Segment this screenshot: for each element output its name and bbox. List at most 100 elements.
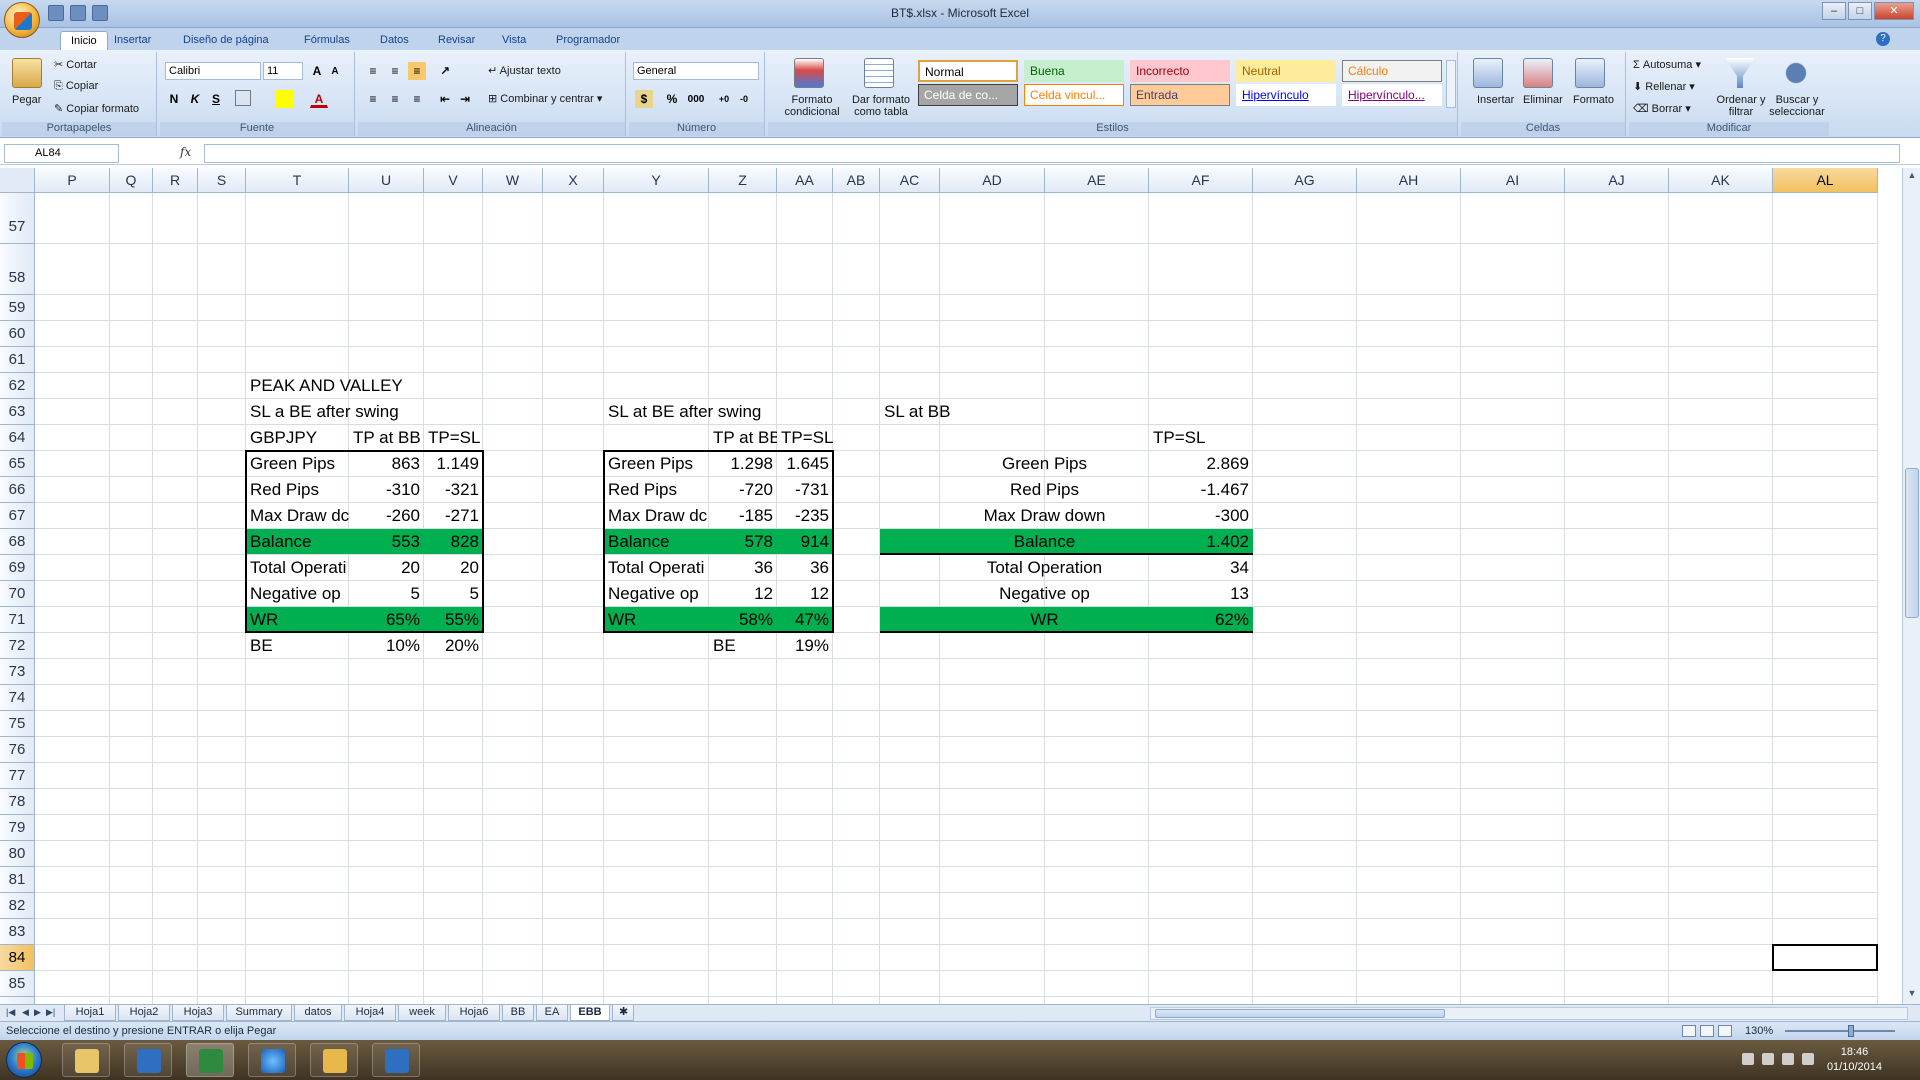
cell-y68[interactable]: Balance xyxy=(604,529,709,555)
cell-y63[interactable]: SL at BE after swing xyxy=(604,399,864,425)
page-break-view-icon[interactable] xyxy=(1718,1025,1732,1037)
cell-y66[interactable]: Red Pips xyxy=(604,477,709,503)
delete-button[interactable]: Eliminar xyxy=(1523,94,1563,106)
cell-z64[interactable]: TP at BB xyxy=(709,425,777,451)
row-header-78[interactable]: 78 xyxy=(0,789,35,815)
cell-ac63[interactable]: SL at BB xyxy=(880,399,1140,425)
currency-icon[interactable]: $ xyxy=(635,90,653,108)
cell-u71[interactable]: 65% xyxy=(349,607,424,633)
first-sheet-icon[interactable]: |◀ xyxy=(6,1007,15,1018)
sort-filter-button[interactable]: Ordenar y filtrar xyxy=(1713,94,1769,118)
next-sheet-icon[interactable]: ▶ xyxy=(34,1007,41,1018)
align-top-icon[interactable]: ≡ xyxy=(364,62,382,80)
cell-y65[interactable]: Green Pips xyxy=(604,451,709,477)
sort-filter-icon[interactable] xyxy=(1725,58,1755,88)
cell-v67[interactable]: -271 xyxy=(424,503,483,529)
ie-taskbar-button[interactable] xyxy=(248,1043,296,1077)
styles-scroll-icon[interactable] xyxy=(1446,60,1456,108)
help-icon[interactable]: ? xyxy=(1876,32,1890,46)
cell-v64[interactable]: TP=SL xyxy=(424,425,483,451)
sheet-tab-hoja6[interactable]: Hoja6 xyxy=(448,1005,500,1021)
row-header-69[interactable]: 69 xyxy=(0,555,35,581)
align-bottom-icon[interactable]: ≡ xyxy=(408,62,426,80)
cell-aa67[interactable]: -235 xyxy=(777,503,833,529)
wrap-text-button[interactable]: ↵ Ajustar texto xyxy=(488,64,561,77)
cell-ad69[interactable]: Total Operation xyxy=(940,555,1149,581)
row-header-79[interactable]: 79 xyxy=(0,815,35,841)
conditional-format-icon[interactable] xyxy=(794,58,824,88)
row-header-84[interactable]: 84 xyxy=(0,945,35,971)
autosum-button[interactable]: Σ Autosuma ▾ xyxy=(1633,58,1701,71)
shrink-font-icon[interactable]: A xyxy=(326,62,344,80)
find-select-icon[interactable] xyxy=(1781,58,1811,88)
sheet-tab-hoja1[interactable]: Hoja1 xyxy=(64,1005,116,1021)
explorer-taskbar-button[interactable] xyxy=(62,1043,110,1077)
row-header-85[interactable]: 85 xyxy=(0,971,35,997)
cell-ad68[interactable]: Balance xyxy=(940,529,1149,555)
row-header-86[interactable]: 86 xyxy=(0,997,35,1004)
align-left-icon[interactable]: ≡ xyxy=(364,90,382,108)
cell-z71[interactable]: 58% xyxy=(709,607,777,633)
cell-style-8[interactable]: Hipervínculo xyxy=(1236,84,1336,106)
cell-u64[interactable]: TP at BB xyxy=(349,425,424,451)
tab-diseno[interactable]: Diseño de página xyxy=(173,31,279,50)
align-center-icon[interactable]: ≡ xyxy=(386,90,404,108)
zoom-slider-thumb[interactable] xyxy=(1848,1025,1854,1037)
fill-button[interactable]: ⬇ Rellenar ▾ xyxy=(1633,80,1695,93)
sheet-tab-bb[interactable]: BB xyxy=(502,1005,534,1021)
cell-style-9[interactable]: Hipervínculo... xyxy=(1342,84,1442,106)
increase-indent-icon[interactable]: ⇥ xyxy=(456,90,474,108)
format-painter-button[interactable]: ✎ Copiar formato xyxy=(54,102,139,115)
font-name-select[interactable]: Calibri xyxy=(165,62,261,80)
increase-decimal-icon[interactable]: +0 xyxy=(715,90,733,108)
format-cells-icon[interactable] xyxy=(1575,58,1605,88)
network-icon[interactable] xyxy=(1782,1053,1794,1065)
cell-t66[interactable]: Red Pips xyxy=(246,477,349,503)
save-icon[interactable] xyxy=(48,5,64,21)
office-button[interactable] xyxy=(4,2,40,38)
cell-ad67[interactable]: Max Draw down xyxy=(940,503,1149,529)
number-format-select[interactable]: General xyxy=(633,62,759,80)
row-header-65[interactable]: 65 xyxy=(0,451,35,477)
column-header-u[interactable]: U xyxy=(349,168,424,193)
row-header-82[interactable]: 82 xyxy=(0,893,35,919)
column-header-ae[interactable]: AE xyxy=(1045,168,1149,193)
cell-af65[interactable]: 2.869 xyxy=(1149,451,1253,477)
cell-af68[interactable]: 1.402 xyxy=(1149,529,1253,555)
column-header-r[interactable]: R xyxy=(153,168,198,193)
volume-icon[interactable] xyxy=(1762,1053,1774,1065)
cell-u66[interactable]: -310 xyxy=(349,477,424,503)
normal-view-icon[interactable] xyxy=(1682,1025,1696,1037)
cell-style-3[interactable]: Neutral xyxy=(1236,60,1336,82)
font-color-icon[interactable]: A xyxy=(310,90,328,108)
insert-sheet-icon[interactable]: ✱ xyxy=(612,1005,634,1021)
cell-af69[interactable]: 34 xyxy=(1149,555,1253,581)
row-header-70[interactable]: 70 xyxy=(0,581,35,607)
cell-u70[interactable]: 5 xyxy=(349,581,424,607)
vertical-scrollbar[interactable]: ▲ ▼ xyxy=(1902,168,1920,1004)
tab-revisar[interactable]: Revisar xyxy=(428,31,485,50)
page-layout-view-icon[interactable] xyxy=(1700,1025,1714,1037)
cell-ad66[interactable]: Red Pips xyxy=(940,477,1149,503)
underline-button[interactable]: S xyxy=(207,90,225,108)
cell-af70[interactable]: 13 xyxy=(1149,581,1253,607)
column-header-z[interactable]: Z xyxy=(709,168,777,193)
cell-u68[interactable]: 553 xyxy=(349,529,424,555)
cell-t68[interactable]: Balance xyxy=(246,529,349,555)
cell-af66[interactable]: -1.467 xyxy=(1149,477,1253,503)
cell-aa68[interactable]: 914 xyxy=(777,529,833,555)
app-z2-taskbar-button[interactable] xyxy=(372,1043,420,1077)
horizontal-scrollbar[interactable] xyxy=(1150,1007,1908,1020)
cell-v68[interactable]: 828 xyxy=(424,529,483,555)
clock[interactable]: 18:46 01/10/2014 xyxy=(1827,1045,1882,1075)
column-header-t[interactable]: T xyxy=(246,168,349,193)
row-header-66[interactable]: 66 xyxy=(0,477,35,503)
row-header-67[interactable]: 67 xyxy=(0,503,35,529)
sheet-tab-datos[interactable]: datos xyxy=(294,1005,342,1021)
cell-v70[interactable]: 5 xyxy=(424,581,483,607)
column-header-x[interactable]: X xyxy=(543,168,604,193)
cell-aa66[interactable]: -731 xyxy=(777,477,833,503)
insert-cells-icon[interactable] xyxy=(1473,58,1503,88)
cell-t63[interactable]: SL a BE after swing xyxy=(246,399,506,425)
cell-aa69[interactable]: 36 xyxy=(777,555,833,581)
